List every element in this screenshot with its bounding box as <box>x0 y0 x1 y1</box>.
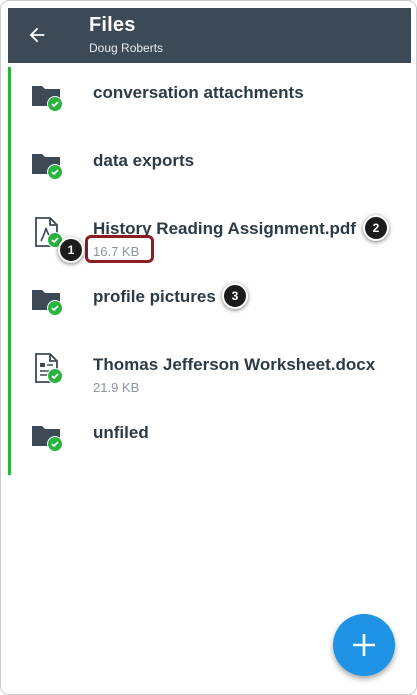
page-subtitle: Doug Roberts <box>89 41 164 55</box>
file-name: data exports <box>93 151 195 170</box>
sync-check-icon <box>47 96 63 112</box>
file-name: conversation attachments <box>93 83 304 102</box>
file-name: Thomas Jefferson Worksheet.docx <box>93 355 376 374</box>
file-row[interactable]: data exports <box>8 135 411 203</box>
file-row[interactable]: unfiled <box>8 407 411 475</box>
callout-3: 3 <box>222 283 248 309</box>
device-frame: Files Doug Roberts conversation attachme… <box>0 0 417 695</box>
file-name: unfiled <box>93 423 149 442</box>
add-file-button[interactable] <box>333 614 395 676</box>
callout-2: 2 <box>363 215 389 241</box>
app-bar: Files Doug Roberts <box>8 8 411 63</box>
sync-check-icon <box>47 300 63 316</box>
file-name: profile pictures <box>93 287 216 306</box>
callout-1: 1 <box>58 237 84 263</box>
back-button[interactable] <box>22 20 52 50</box>
file-size: 21.9 KB <box>93 380 140 395</box>
file-row[interactable]: conversation attachments <box>8 67 411 135</box>
file-row[interactable]: Thomas Jefferson Worksheet.docx 21.9 KB <box>8 339 411 407</box>
sync-check-icon <box>47 436 63 452</box>
sync-check-icon <box>47 368 63 384</box>
sync-check-icon <box>47 164 63 180</box>
size-highlight-box <box>85 235 154 263</box>
file-list: conversation attachments data exports Hi… <box>8 67 411 475</box>
arrow-left-icon <box>29 27 45 43</box>
plus-icon <box>353 634 375 656</box>
file-row[interactable]: profile pictures <box>8 271 411 339</box>
page-title: Files <box>89 14 136 36</box>
